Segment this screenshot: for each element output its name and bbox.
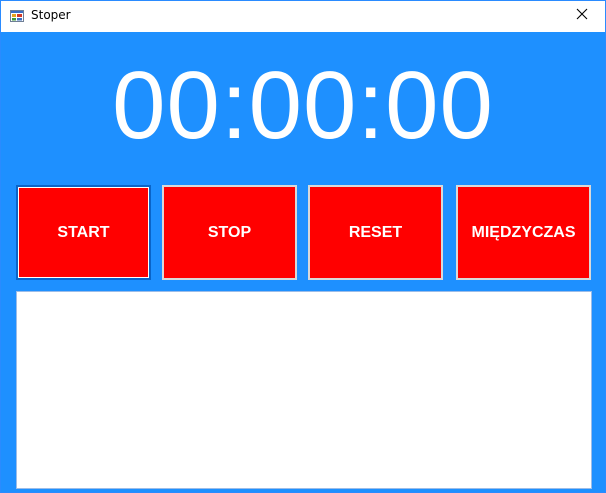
app-window: Stoper 00:00:00 START STOP RESET MIĘDZYC…	[0, 0, 606, 493]
stop-button[interactable]: STOP	[162, 185, 297, 280]
title-bar[interactable]: Stoper	[1, 1, 605, 31]
close-button[interactable]	[559, 1, 605, 31]
winforms-app-icon	[10, 9, 24, 23]
laps-listbox[interactable]	[16, 291, 592, 489]
lap-button[interactable]: MIĘDZYCZAS	[456, 185, 591, 280]
client-area: 00:00:00 START STOP RESET MIĘDZYCZAS	[1, 32, 605, 492]
start-button[interactable]: START	[16, 185, 151, 280]
window-title: Stoper	[31, 8, 71, 22]
timer-display: 00:00:00	[112, 52, 494, 159]
reset-button[interactable]: RESET	[308, 185, 443, 280]
close-icon	[576, 7, 588, 25]
